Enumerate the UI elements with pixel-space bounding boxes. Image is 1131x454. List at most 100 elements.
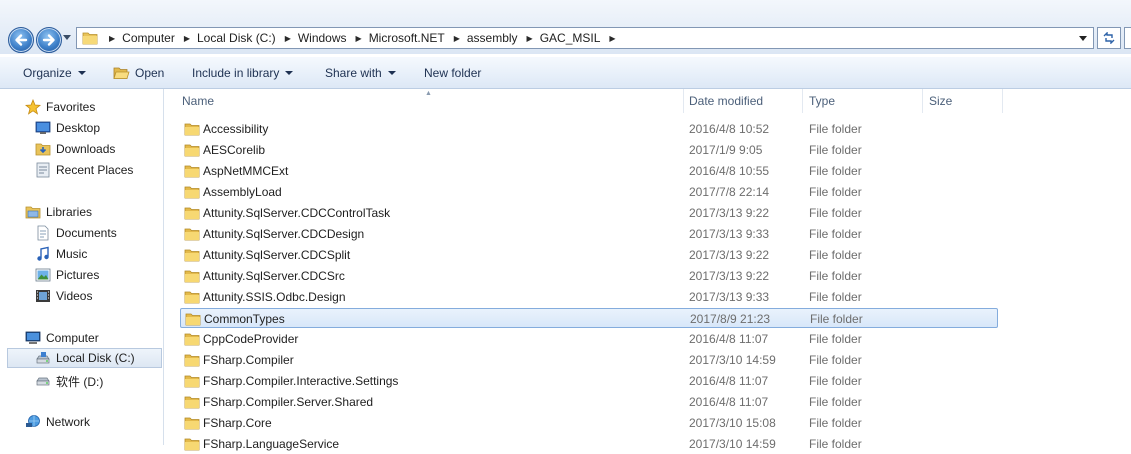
file-row[interactable]: Attunity.SqlServer.CDCControlTask 2017/3/… xyxy=(180,203,998,223)
file-type: File folder xyxy=(809,269,862,283)
include-in-library-button[interactable]: Include in library xyxy=(192,57,294,88)
breadcrumb-separator-icon[interactable]: ▶ xyxy=(109,34,115,43)
nav-recent-label: Recent Places xyxy=(56,163,134,177)
nav-network[interactable]: Network xyxy=(0,412,162,432)
file-row[interactable]: FSharp.Core 2017/3/10 15:08 File folder xyxy=(180,413,998,433)
nav-downloads[interactable]: Downloads xyxy=(0,139,162,159)
nav-computer[interactable]: Computer xyxy=(0,328,162,348)
file-row[interactable]: Attunity.SqlServer.CDCDesign 2017/3/13 9:… xyxy=(180,224,998,244)
file-row[interactable]: Attunity.SqlServer.CDCSplit 2017/3/13 9:2… xyxy=(180,245,998,265)
search-box[interactable] xyxy=(1124,27,1131,49)
file-date-modified: 2017/1/9 9:05 xyxy=(689,143,763,157)
file-row[interactable]: FSharp.LanguageService 2017/3/10 14:59 Fil… xyxy=(180,434,998,454)
nav-music[interactable]: Music xyxy=(0,244,162,264)
file-row[interactable]: CppCodeProvider 2016/4/8 11:07 File folder xyxy=(180,329,998,349)
breadcrumb-separator-icon[interactable]: ▶ xyxy=(356,34,362,43)
open-button[interactable]: Open xyxy=(113,57,164,88)
open-label: Open xyxy=(135,65,165,80)
breadcrumb-separator-icon[interactable]: ▶ xyxy=(527,34,533,43)
file-date-modified: 2016/4/8 11:07 xyxy=(689,332,769,346)
file-row[interactable]: FSharp.Compiler.Interactive.Settings 2016… xyxy=(180,371,998,391)
open-folder-icon xyxy=(113,67,130,79)
nav-pictures-label: Pictures xyxy=(56,268,100,282)
breadcrumb-separator-icon[interactable]: ▶ xyxy=(454,34,460,43)
file-row[interactable]: Accessibility 2016/4/8 10:52 File folder xyxy=(180,119,998,139)
nav-recent-places[interactable]: Recent Places xyxy=(0,160,162,180)
column-header-type[interactable]: Type xyxy=(803,89,923,113)
file-type: File folder xyxy=(809,206,862,220)
file-type: File folder xyxy=(809,164,862,178)
nav-desktop[interactable]: Desktop xyxy=(0,118,162,138)
file-type: File folder xyxy=(809,374,862,388)
nav-network-label: Network xyxy=(46,415,91,429)
arrow-right-icon xyxy=(42,34,55,46)
file-row[interactable]: FSharp.Compiler.Server.Shared 2016/4/8 11… xyxy=(180,392,998,412)
music-icon xyxy=(37,246,49,261)
back-button[interactable] xyxy=(8,27,34,53)
file-date-modified: 2016/4/8 10:52 xyxy=(689,122,770,136)
file-name: Attunity.SqlServer.CDCControlTask xyxy=(203,206,391,220)
column-header-size[interactable]: Size xyxy=(923,89,1003,113)
breadcrumb: ▶ Computer ▶ Local Disk (C:) ▶ Windows ▶… xyxy=(105,28,623,48)
nav-music-label: Music xyxy=(56,247,88,261)
navigation-pane: Favorites Desktop Downloads Recent Place… xyxy=(0,89,164,445)
nav-pictures[interactable]: Pictures xyxy=(0,265,162,285)
breadcrumb-gac-msil[interactable]: GAC_MSIL xyxy=(540,31,601,45)
column-header-name[interactable]: Name xyxy=(176,89,684,113)
file-date-modified: 2017/3/10 14:59 xyxy=(689,437,776,451)
chevron-down-icon xyxy=(77,70,86,75)
column-type-label: Type xyxy=(809,94,836,108)
file-row[interactable]: FSharp.Compiler 2017/3/10 14:59 File folde… xyxy=(180,350,998,370)
file-type: File folder xyxy=(809,122,862,136)
file-name: CppCodeProvider xyxy=(203,332,299,346)
folder-icon xyxy=(184,374,200,391)
breadcrumb-computer[interactable]: Computer xyxy=(122,31,175,45)
nav-favorites[interactable]: Favorites xyxy=(0,97,162,117)
organize-button[interactable]: Organize xyxy=(23,57,86,88)
breadcrumb-assembly[interactable]: assembly xyxy=(467,31,518,45)
file-name: CommonTypes xyxy=(204,312,285,326)
address-history-dropdown[interactable] xyxy=(1075,28,1091,48)
forward-button[interactable] xyxy=(36,27,62,53)
address-box[interactable]: ▶ Computer ▶ Local Disk (C:) ▶ Windows ▶… xyxy=(76,27,1094,49)
file-row[interactable]: Attunity.SSIS.Odbc.Design 2017/3/13 9:33 F… xyxy=(180,287,998,307)
computer-icon xyxy=(25,331,41,344)
nav-local-disk[interactable]: Local Disk (C:) xyxy=(7,348,162,368)
breadcrumb-separator-icon[interactable]: ▶ xyxy=(609,34,615,43)
new-folder-button[interactable]: New folder xyxy=(424,57,481,88)
file-type: File folder xyxy=(809,143,862,157)
file-name: Accessibility xyxy=(203,122,269,136)
nav-libraries[interactable]: Libraries xyxy=(0,202,162,222)
folder-icon xyxy=(184,290,200,307)
share-with-button[interactable]: Share with xyxy=(325,57,396,88)
videos-icon xyxy=(36,290,50,302)
include-label: Include in library xyxy=(192,65,280,80)
folder-icon xyxy=(184,248,200,265)
column-header-date[interactable]: Date modified xyxy=(683,89,803,113)
file-row[interactable]: AspNetMMCExt 2016/4/8 10:55 File folder xyxy=(180,161,998,181)
nav-d-drive[interactable]: 软件 (D:) xyxy=(0,370,162,390)
recent-pages-dropdown[interactable] xyxy=(63,35,71,40)
file-name: AESCorelib xyxy=(203,143,266,157)
file-row[interactable]: CommonTypes 2017/8/9 21:23 File folder xyxy=(180,308,998,328)
folder-icon xyxy=(184,164,200,181)
file-row[interactable]: AssemblyLoad 2017/7/8 22:14 File folder xyxy=(180,182,998,202)
nav-favorites-label: Favorites xyxy=(46,100,96,114)
file-name: FSharp.Compiler.Server.Shared xyxy=(203,395,374,409)
column-header-row: ▲ Name Date modified Type Size xyxy=(164,89,1131,113)
breadcrumb-separator-icon[interactable]: ▶ xyxy=(285,34,291,43)
refresh-button[interactable] xyxy=(1097,27,1121,49)
file-row[interactable]: Attunity.SqlServer.CDCSrc 2017/3/13 9:22 F… xyxy=(180,266,998,286)
folder-icon xyxy=(184,227,200,244)
breadcrumb-local-disk[interactable]: Local Disk (C:) xyxy=(197,31,276,45)
file-row[interactable]: AESCorelib 2017/1/9 9:05 File folder xyxy=(180,140,998,160)
breadcrumb-windows[interactable]: Windows xyxy=(298,31,347,45)
breadcrumb-microsoft-net[interactable]: Microsoft.NET xyxy=(369,31,445,45)
file-name: AssemblyLoad xyxy=(203,185,282,199)
file-date-modified: 2017/3/13 9:33 xyxy=(689,227,770,241)
file-date-modified: 2017/3/13 9:22 xyxy=(689,248,770,262)
file-date-modified: 2017/3/10 14:59 xyxy=(689,353,776,367)
nav-documents[interactable]: Documents xyxy=(0,223,162,243)
breadcrumb-separator-icon[interactable]: ▶ xyxy=(184,34,190,43)
nav-videos[interactable]: Videos xyxy=(0,286,162,306)
